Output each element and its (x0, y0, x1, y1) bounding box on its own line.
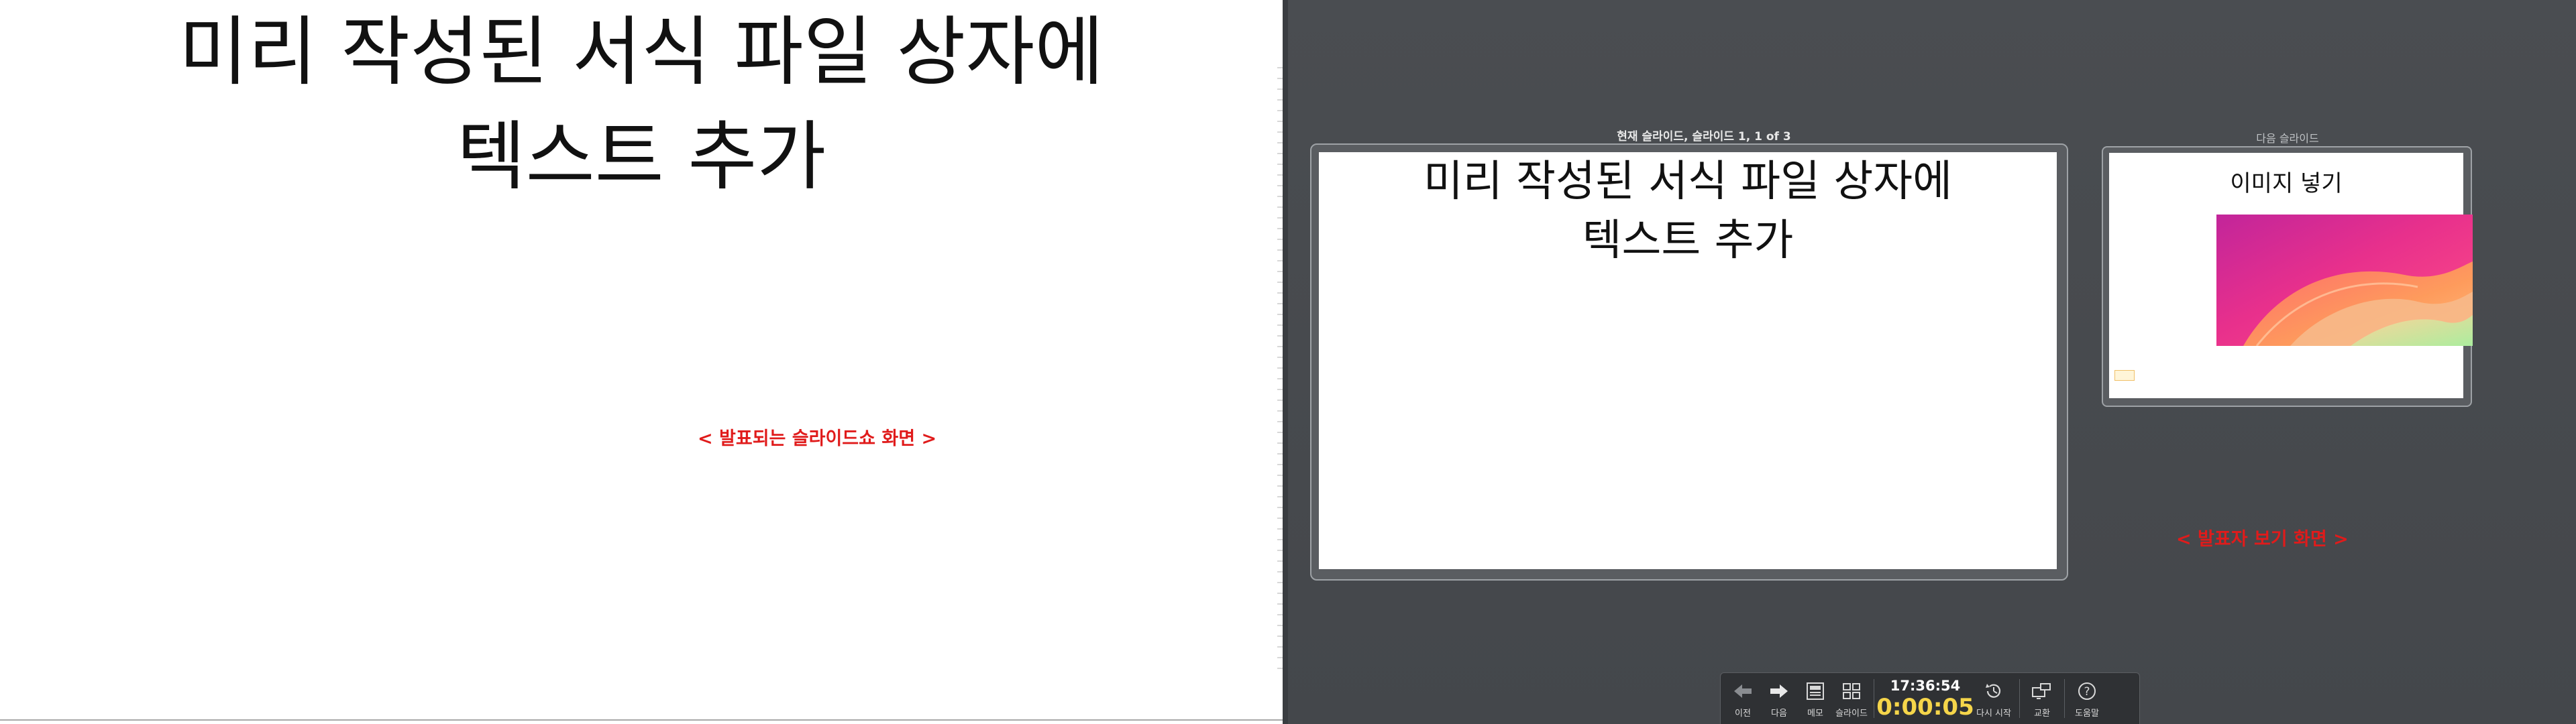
arrow-left-icon (1729, 679, 1756, 703)
current-slide-label: 현재 슬라이드, 슬라이드 1, 1 of 3 (1617, 130, 1791, 143)
elapsed-time: 0:00:05 (1876, 694, 1974, 721)
arrow-right-icon (1766, 679, 1792, 703)
slides-button[interactable]: 슬라이드 (1833, 675, 1870, 722)
notes-button[interactable]: 메모 (1797, 675, 1833, 722)
slide-title-line-1: 미리 작성된 서식 파일 상자에 (178, 9, 1104, 96)
presenter-toolbar: 이전 다음 메모 슬라이드 17:36:54 0:00:05 다시 시작 교환 … (1720, 672, 2140, 724)
screen: 미리 작성된 서식 파일 상자에 텍스트 추가 < 발표되는 슬라이드쇼 화면 … (0, 0, 2576, 724)
swap-label: 교환 (2034, 708, 2050, 719)
next-slide-preview[interactable]: 이미지 넣기 (2109, 153, 2473, 398)
slideshow-screen[interactable]: 미리 작성된 서식 파일 상자에 텍스트 추가 < 발표되는 슬라이드쇼 화면 … (0, 0, 1283, 724)
restart-button[interactable]: 다시 시작 (1972, 675, 2015, 722)
toolbar-separator (2019, 679, 2020, 718)
ruler-strip (1277, 67, 1283, 670)
restart-label: 다시 시작 (1976, 708, 2011, 719)
prev-button[interactable]: 이전 (1725, 675, 1761, 722)
next-label: 다음 (1771, 708, 1787, 719)
next-slide-thumbnail-mark (2114, 370, 2135, 381)
notes-icon (1802, 679, 1829, 703)
help-icon: ? (2074, 679, 2100, 703)
screen-divider (1283, 0, 1288, 724)
slides-label: 슬라이드 (1835, 708, 1868, 719)
current-slide-title-line-1: 미리 작성된 서식 파일 상자에 (1424, 157, 1952, 206)
next-slide-title: 이미지 넣기 (2230, 170, 2343, 197)
toolbar-separator (2064, 679, 2065, 718)
next-button[interactable]: 다음 (1761, 675, 1797, 722)
current-slide-title: 미리 작성된 서식 파일 상자에 텍스트 추가 (1319, 152, 2057, 270)
current-slide-title-line-2: 텍스트 추가 (1582, 216, 1794, 265)
next-slide-label: 다음 슬라이드 (2256, 132, 2319, 145)
help-label: 도움말 (2075, 708, 2099, 719)
grid-icon (1838, 679, 1865, 703)
help-button[interactable]: ? 도움말 (2069, 675, 2105, 722)
slideshow-annotation: < 발표되는 슬라이드쇼 화면 > (698, 428, 937, 449)
swap-button[interactable]: 교환 (2024, 675, 2060, 722)
slide-title-line-2: 텍스트 추가 (456, 113, 826, 200)
presenter-annotation: < 발표자 보기 화면 > (2176, 529, 2349, 550)
timer-display: 17:36:54 0:00:05 (1876, 675, 1974, 722)
prev-label: 이전 (1735, 708, 1751, 719)
clock-time: 17:36:54 (1890, 678, 1961, 694)
current-slide-preview[interactable]: 미리 작성된 서식 파일 상자에 텍스트 추가 (1319, 152, 2057, 569)
bottom-divider (0, 719, 1283, 721)
notes-label: 메모 (1807, 708, 1823, 719)
clock-restart-icon (1980, 679, 2007, 703)
presenter-view: 현재 슬라이드, 슬라이드 1, 1 of 3 다음 슬라이드 미리 작성된 서… (1288, 0, 2576, 724)
next-slide-image (2216, 215, 2473, 346)
swap-monitor-icon (2029, 679, 2055, 703)
svg-text:?: ? (2084, 685, 2090, 699)
slide-title: 미리 작성된 서식 파일 상자에 텍스트 추가 (0, 0, 1283, 209)
